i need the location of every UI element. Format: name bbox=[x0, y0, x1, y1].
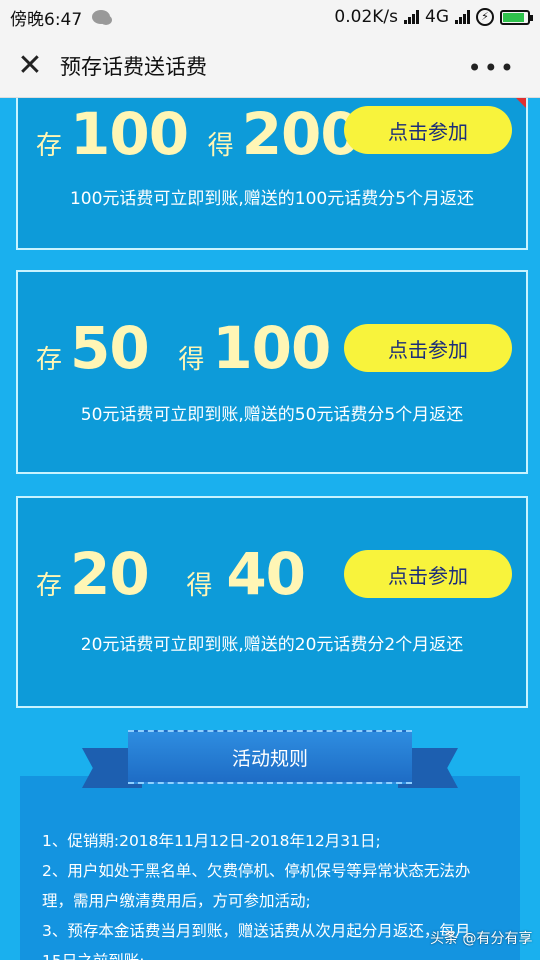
status-right: 0.02K/s 4G ⚡ bbox=[334, 7, 533, 27]
deposit-amount: 100 bbox=[70, 100, 189, 168]
deposit-amount: 20 bbox=[70, 540, 150, 608]
join-button[interactable]: 点击参加 bbox=[344, 324, 512, 372]
signal-icon-2 bbox=[455, 10, 470, 24]
rule-line: 2、用户如处于黑名单、欠费停机、停机保号等异常状态无法办 bbox=[42, 862, 471, 880]
status-bar: 傍晚6:47 0.02K/s 4G ⚡ bbox=[0, 0, 540, 34]
battery-icon bbox=[500, 9, 533, 25]
rules-title: 活动规则 bbox=[128, 730, 412, 784]
watermark: 头条 @有分有享 bbox=[430, 931, 533, 947]
rules-ribbon: 活动规则 bbox=[82, 726, 458, 804]
offer-headline: 存 100 得 200 bbox=[36, 100, 361, 168]
offer-headline: 存 50 得 100 bbox=[36, 314, 331, 382]
deposit-word: 存 bbox=[36, 131, 63, 161]
offer-desc: 100元话费可立即到账,赠送的100元话费分5个月返还 bbox=[69, 189, 475, 209]
corner-mark bbox=[516, 98, 526, 108]
get-word: 得 bbox=[178, 345, 205, 375]
offer-card-20: 存 20 得 40 点击参加 20元话费可立即到账,赠送的20元话费分2个月返还 bbox=[16, 496, 528, 708]
deposit-amount: 50 bbox=[70, 314, 150, 382]
offer-card-100: 存 100 得 200 点击参加 100元话费可立即到账,赠送的100元话费分5个月… bbox=[16, 98, 528, 250]
offer-desc: 50元话费可立即到账,赠送的50元话费分5个月返还 bbox=[80, 405, 464, 425]
get-amount: 40 bbox=[226, 540, 306, 608]
get-amount: 200 bbox=[241, 100, 361, 168]
deposit-word: 存 bbox=[36, 571, 63, 601]
content: 存 100 得 200 点击参加 100元话费可立即到账,赠送的100元话费分5个月… bbox=[0, 98, 540, 960]
net-speed: 0.02K/s bbox=[334, 7, 398, 27]
rule-line: 15日之前到账; bbox=[42, 946, 502, 960]
status-time: 傍晚6:47 bbox=[10, 9, 83, 30]
page-title: 预存话费送话费 bbox=[60, 54, 207, 79]
network-type: 4G bbox=[425, 7, 449, 27]
offer-card-50: 存 50 得 100 点击参加 50元话费可立即到账,赠送的50元话费分5个月返还 bbox=[16, 270, 528, 474]
rule-line: 理，需用户缴清费用后，方可参加活动; bbox=[42, 892, 311, 910]
get-word: 得 bbox=[186, 571, 213, 601]
signal-icon bbox=[404, 10, 419, 24]
join-button[interactable]: 点击参加 bbox=[344, 550, 512, 598]
join-button[interactable]: 点击参加 bbox=[344, 106, 512, 154]
close-icon[interactable]: ✕ bbox=[0, 34, 60, 98]
deposit-word: 存 bbox=[36, 345, 63, 375]
more-icon[interactable]: ••• bbox=[468, 54, 516, 82]
wechat-icon bbox=[92, 10, 113, 25]
title-bar: ✕ 预存话费送话费 ••• bbox=[0, 34, 540, 98]
get-amount: 100 bbox=[212, 314, 331, 382]
status-left: 傍晚6:47 bbox=[10, 5, 113, 30]
get-word: 得 bbox=[207, 131, 234, 161]
rule-line: 1、促销期:2018年11月12日-2018年12月31日; bbox=[42, 832, 381, 850]
offer-headline: 存 20 得 40 bbox=[36, 540, 306, 608]
offer-desc: 20元话费可立即到账,赠送的20元话费分2个月返还 bbox=[80, 635, 464, 655]
bolt-icon: ⚡ bbox=[476, 8, 494, 26]
